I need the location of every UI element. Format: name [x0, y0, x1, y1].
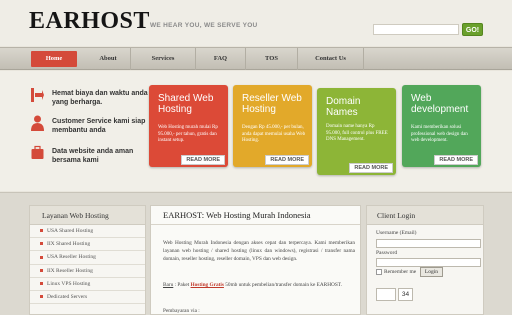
card-web-development[interactable]: Web development Kami memberikan solusi p…: [402, 85, 481, 167]
main-content: EARHOST: Web Hosting Murah Indonesia Web…: [150, 205, 361, 315]
promo-pre: : Paket: [174, 282, 190, 288]
sidebar-item-label: Linux VPS Hosting: [47, 280, 91, 287]
feature-text: Hemat biaya dan waktu anda yang berharga…: [52, 90, 148, 106]
main-nav: Home About Services FAQ TOS Contact Us: [0, 47, 512, 70]
card-shared-hosting[interactable]: Shared Web Hosting Web Hosting murah mul…: [149, 85, 228, 167]
card-title: Domain Names: [326, 96, 361, 118]
nav-contact[interactable]: Contact Us: [298, 48, 364, 70]
captcha-input[interactable]: [376, 288, 396, 301]
sidebar-item[interactable]: IIX Reseller Hosting: [30, 265, 145, 278]
person-icon: [31, 115, 44, 131]
captcha-code: 34: [398, 288, 413, 301]
feature-text: Customer Service kami siap membantu anda: [52, 118, 146, 134]
sidebar-item[interactable]: USA Reseller Hosting: [30, 251, 145, 265]
sidebar-title: Layanan Web Hosting: [30, 206, 145, 225]
search-input[interactable]: [373, 24, 459, 35]
remember-label: Remember me: [384, 269, 417, 275]
content-intro: Web Hosting Murah Indonesia dengan akses…: [163, 240, 355, 263]
card-reseller-hosting[interactable]: Reseller Web Hosting Dengan Rp 45.000,- …: [233, 85, 312, 167]
sidebar-item-label: USA Reseller Hosting: [47, 254, 96, 261]
bullet-square-icon: [40, 242, 43, 246]
header: EARHOST WE HEAR YOU, WE SERVE YOU GO!: [0, 0, 512, 46]
nav-home[interactable]: Home: [31, 51, 77, 67]
nav-faq[interactable]: FAQ: [196, 48, 246, 70]
read-more-button[interactable]: READ MORE: [349, 163, 393, 173]
password-input[interactable]: [376, 258, 481, 267]
feature-text: Data website anda aman bersama kami: [52, 148, 134, 164]
content-title: EARHOST: Web Hosting Murah Indonesia: [151, 206, 360, 225]
tagline: WE HEAR YOU, WE SERVE YOU: [150, 22, 258, 29]
login-button[interactable]: Login: [420, 267, 443, 277]
read-more-button[interactable]: READ MORE: [181, 155, 225, 165]
remember-checkbox[interactable]: [376, 269, 382, 275]
search-button[interactable]: GO!: [462, 23, 483, 36]
trend-arrow-icon: [31, 88, 44, 102]
read-more-button[interactable]: READ MORE: [265, 155, 309, 165]
card-description: Domain name hanya Rp 95.000, full contro…: [326, 124, 388, 142]
promo-label: Baru: [163, 282, 174, 288]
card-domain-names[interactable]: Domain Names Domain name hanya Rp 95.000…: [317, 88, 396, 175]
nav-about[interactable]: About: [86, 48, 131, 70]
sidebar-item-label: USA Shared Hosting: [47, 228, 94, 234]
bullet-square-icon: [40, 255, 43, 259]
sidebar-item-label: Dedicated Servers: [47, 293, 88, 300]
password-label: Password: [376, 250, 398, 256]
username-label: Username (Email): [376, 230, 417, 236]
site-logo[interactable]: EARHOST: [29, 8, 150, 35]
card-title: Shared Web Hosting: [158, 93, 214, 115]
username-input[interactable]: [376, 239, 481, 248]
read-more-button[interactable]: READ MORE: [434, 155, 478, 165]
sidebar-item[interactable]: USA Shared Hosting: [30, 225, 145, 239]
nav-services[interactable]: Services: [131, 48, 196, 70]
sidebar-item-label: IIX Reseller Hosting: [47, 267, 93, 274]
payment-label: Pembayaran via :: [163, 308, 200, 314]
sidebar-item[interactable]: IIX Shared Hosting: [30, 238, 145, 252]
bullet-square-icon: [40, 281, 43, 285]
bullet-square-icon: [40, 229, 43, 233]
sidebar-item-label: IIX Shared Hosting: [47, 241, 91, 248]
sidebar-item[interactable]: Dedicated Servers: [30, 291, 145, 305]
sidebar-item[interactable]: Linux VPS Hosting: [30, 278, 145, 291]
card-description: Dengan Rp 45.000,- per bulan, anda dapat…: [242, 125, 306, 143]
promo-post: 50mb untuk pembelian/transfer domain ke …: [225, 282, 342, 288]
card-description: Web Hosting murah mulai Rp 95.000,- per …: [158, 125, 218, 143]
sidebar-hosting-services: Layanan Web Hosting USA Shared Hosting I…: [29, 205, 146, 315]
card-title: Web development: [411, 93, 469, 115]
card-description: Kami memberikan solusi professional web …: [411, 125, 468, 143]
nav-tos[interactable]: TOS: [246, 48, 298, 70]
free-hosting-link[interactable]: Hosting Gratis: [191, 282, 224, 288]
content-promo: Baru : Paket Hosting Gratis 50mb untuk p…: [163, 281, 355, 289]
card-title: Reseller Web Hosting: [242, 93, 302, 115]
bullet-square-icon: [40, 295, 43, 299]
briefcase-icon: [31, 145, 44, 159]
login-title: Client Login: [367, 206, 483, 225]
bullet-square-icon: [40, 268, 43, 272]
client-login-panel: Client Login Username (Email) Password R…: [366, 205, 484, 315]
